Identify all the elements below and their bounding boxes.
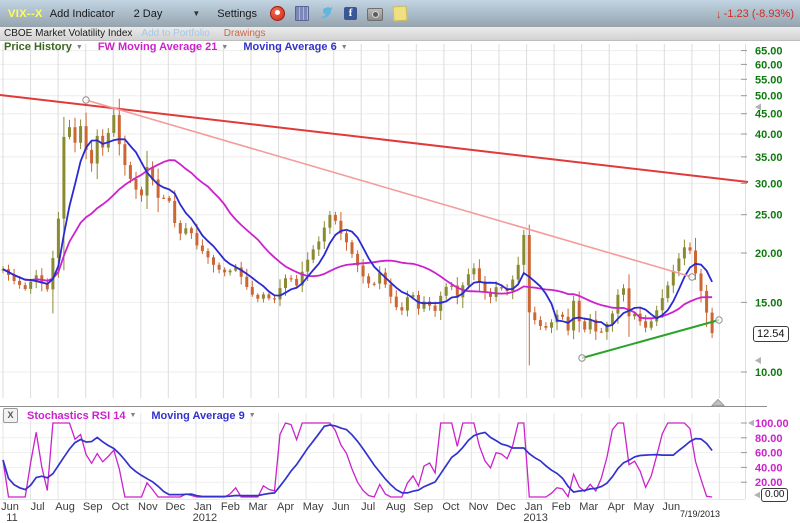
period-dropdown[interactable]: 2 Day	[134, 8, 163, 20]
drawings-link[interactable]: Drawings	[224, 28, 266, 39]
trendline-anchor	[83, 97, 89, 103]
add-to-portfolio-link[interactable]: Add to Portfolio	[141, 28, 209, 39]
last-price-badge: 12.54	[753, 326, 789, 342]
price-history-dropdown[interactable]: Price History ▼	[4, 41, 83, 53]
change-indicator: ↓ -1.23 (-8.93%)	[716, 7, 794, 21]
month-label: Mar	[579, 501, 598, 513]
stoch-axis-label: 80.00	[755, 433, 783, 445]
month-label: Oct	[442, 501, 459, 513]
month-label: Feb	[221, 501, 240, 513]
price-axis-label: 65.00	[755, 46, 783, 58]
price-axis-label: 55.00	[755, 74, 783, 86]
month-label: Nov	[138, 501, 158, 513]
fw-ma21-label: FW Moving Average 21	[98, 41, 218, 53]
index-full-name: CBOE Market Volatility Index	[4, 28, 132, 39]
price-axis-label: 40.00	[755, 129, 783, 141]
month-label: Dec	[496, 501, 516, 513]
price-axis-label: 15.00	[755, 297, 783, 309]
settings-button[interactable]: Settings	[217, 8, 257, 20]
pane-splitter-handle	[712, 400, 724, 406]
down-arrow-icon: ↓	[716, 7, 722, 21]
price-history-label: Price History	[4, 41, 72, 53]
month-label: Apr	[608, 501, 625, 513]
moving-average-9-dropdown[interactable]: Moving Average 9 ▼	[151, 410, 255, 422]
price-axis-label: 25.00	[755, 210, 783, 222]
year-label: 11	[6, 512, 17, 523]
chevron-down-icon[interactable]: ▼	[192, 9, 200, 18]
main-toolbar: VIX--X Add Indicator 2 Day ▼ Settings f …	[0, 0, 800, 28]
month-label: Aug	[55, 501, 75, 513]
stoch-rsi-label: Stochastics RSI 14	[27, 410, 125, 422]
month-label: Jun	[332, 501, 350, 513]
month-label: Jun	[662, 501, 680, 513]
stoch-value-badge: 0.00	[761, 488, 788, 502]
chevron-down-icon: ▼	[76, 44, 83, 51]
chart-canvas[interactable]: 65.0060.0055.0050.0045.0040.0035.0030.00…	[0, 0, 800, 523]
chevron-down-icon: ▼	[341, 44, 348, 51]
stoch-rsi-line	[3, 423, 712, 497]
month-label: May	[303, 501, 324, 513]
axis-marker-low	[755, 357, 761, 364]
month-label: Dec	[166, 501, 186, 513]
alert-dot	[275, 10, 280, 15]
stoch-axis-label: 40.00	[755, 462, 783, 474]
month-label: Oct	[112, 501, 129, 513]
month-label: Mar	[249, 501, 268, 513]
chevron-down-icon: ▼	[221, 44, 228, 51]
stoch-axis-label: 60.00	[755, 448, 783, 460]
axis-marker-stoch-high	[748, 420, 754, 426]
twitter-icon[interactable]	[319, 6, 334, 22]
ma6-label: Moving Average 6	[243, 41, 336, 53]
camera-icon[interactable]	[367, 8, 383, 21]
price-axis-label: 50.00	[755, 91, 783, 103]
alerts-icon[interactable]	[270, 6, 285, 21]
library-icon[interactable]	[295, 6, 309, 21]
month-label: Aug	[386, 501, 406, 513]
price-axis-label: 20.00	[755, 248, 783, 260]
camera-lens	[372, 11, 379, 18]
symbol-subbar: CBOE Market Volatility Index Add to Port…	[0, 27, 800, 41]
add-indicator-button[interactable]: Add Indicator	[50, 8, 115, 20]
ma6-line	[3, 139, 712, 326]
last-date-label: 7/19/2013	[680, 509, 720, 519]
price-axis-label: 45.00	[755, 109, 783, 121]
price-pane-header: Price History ▼ FW Moving Average 21 ▼ M…	[4, 41, 363, 53]
chevron-down-icon: ▼	[129, 412, 136, 419]
stoch-axis-label: 100.00	[755, 418, 789, 430]
trendline-anchor	[689, 274, 695, 280]
ma9-label: Moving Average 9	[151, 410, 244, 422]
change-value: -1.23 (-8.93%)	[724, 8, 794, 20]
trendline-anchor	[579, 355, 585, 361]
facebook-icon[interactable]: f	[344, 7, 357, 20]
moving-average-6-dropdown[interactable]: Moving Average 6 ▼	[243, 41, 347, 53]
month-label: May	[633, 501, 654, 513]
price-axis-label: 10.00	[755, 367, 783, 379]
month-label: Jul	[361, 501, 375, 513]
chevron-down-icon: ▼	[249, 412, 256, 419]
stochastics-rsi-dropdown[interactable]: Stochastics RSI 14 ▼	[27, 410, 136, 422]
price-axis-label: 35.00	[755, 152, 783, 164]
price-axis-label: 60.00	[755, 59, 783, 71]
axis-marker-stoch-current	[754, 492, 760, 498]
trendline-anchor	[716, 317, 722, 323]
symbol-label[interactable]: VIX--X	[8, 8, 43, 20]
month-label: Nov	[469, 501, 489, 513]
close-pane-button[interactable]: X	[3, 408, 18, 423]
year-label: 2012	[193, 512, 217, 523]
price-axis-label: 30.00	[755, 178, 783, 190]
fw-moving-average-21-dropdown[interactable]: FW Moving Average 21 ▼	[98, 41, 229, 53]
month-label: Jul	[31, 501, 45, 513]
month-label: Sep	[414, 501, 434, 513]
year-label: 2013	[523, 512, 547, 523]
notes-icon[interactable]	[393, 6, 408, 22]
month-label: Apr	[277, 501, 294, 513]
stoch-pane-header: X Stochastics RSI 14 ▼ Moving Average 9 …	[3, 408, 271, 423]
month-label: Sep	[83, 501, 103, 513]
toolbar-icons: f	[270, 6, 407, 22]
month-label: Feb	[552, 501, 571, 513]
